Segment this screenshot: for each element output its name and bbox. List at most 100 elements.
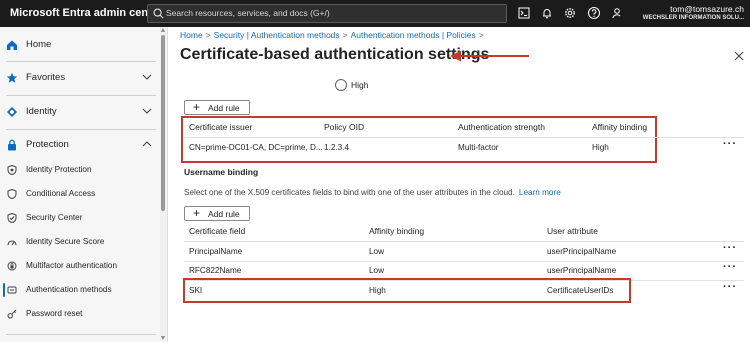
breadcrumb-home[interactable]: Home <box>180 30 203 40</box>
radio-label: High <box>351 80 369 90</box>
scroll-thumb[interactable] <box>161 35 165 211</box>
help-icon[interactable] <box>587 6 601 20</box>
top-bar: Microsoft Entra admin center Search reso… <box>0 0 750 27</box>
user-email: tom@tomsazure.ch <box>670 4 744 14</box>
more-actions-icon[interactable]: ··· <box>723 138 737 150</box>
section-description: Select one of the X.509 certificates fie… <box>184 188 561 197</box>
column-header[interactable]: Policy OID <box>324 122 364 132</box>
sidebar-item-multifactor-authentication[interactable]: Multifactor authentication <box>0 255 160 277</box>
sidebar-item-label: Identity Protection <box>26 165 92 174</box>
more-actions-icon[interactable]: ··· <box>723 242 737 254</box>
home-icon <box>7 40 17 50</box>
table-cell: Low <box>369 247 385 256</box>
bell-icon[interactable] <box>540 6 554 20</box>
sidebar-item-label: Password reset <box>26 309 83 318</box>
breadcrumb: Home > Security | Authentication methods > A… <box>180 30 487 40</box>
highlight-box <box>181 116 657 163</box>
conditional-access-icon <box>7 189 17 199</box>
sidebar-scrollbar[interactable] <box>160 27 166 342</box>
table-cell: PrincipalName <box>189 247 243 256</box>
sidebar-item-identity-protection[interactable]: Identity Protection <box>0 159 160 181</box>
table-cell: CN=prime-DC01-CA, DC=prime, D... <box>189 143 323 152</box>
chevron-right-icon: > <box>205 30 211 40</box>
more-actions-icon[interactable]: ··· <box>723 261 737 273</box>
sidebar-item-label: Protection <box>26 139 69 150</box>
add-rule-button[interactable]: + Add rule <box>184 206 250 221</box>
close-icon[interactable] <box>734 51 744 61</box>
divider <box>6 334 156 335</box>
breadcrumb-policies[interactable]: Authentication methods | Policies <box>351 30 476 40</box>
table-cell: SKI <box>189 286 203 295</box>
scroll-down-icon[interactable] <box>161 336 165 340</box>
sidebar-item-conditional-access[interactable]: Conditional Access <box>0 183 160 205</box>
divider <box>6 95 156 96</box>
sidebar-item-label: Multifactor authentication <box>26 261 118 270</box>
sidebar-item-label: Conditional Access <box>26 189 96 198</box>
annotation-arrow <box>450 50 529 62</box>
sidebar-item-identity[interactable]: Identity <box>0 101 160 123</box>
sidebar-item-authentication-methods[interactable]: Authentication methods <box>0 279 160 301</box>
table-cell: userPrincipalName <box>547 266 617 275</box>
scroll-up-icon[interactable] <box>161 28 165 32</box>
sidebar-item-label: Favorites <box>26 72 66 83</box>
add-rule-button[interactable]: + Add rule <box>184 100 250 115</box>
auth-methods-icon <box>7 286 17 294</box>
sidebar: Home Favorites Identity Protection Ident… <box>0 27 168 342</box>
learn-more-link[interactable]: Learn more <box>519 188 561 197</box>
high-radio[interactable] <box>335 79 347 91</box>
chevron-up-icon[interactable] <box>142 140 152 148</box>
column-header[interactable]: Certificate issuer <box>189 122 252 132</box>
column-header[interactable]: Affinity binding <box>592 122 647 132</box>
sidebar-item-label: Identity <box>26 106 57 117</box>
column-header[interactable]: Certificate field <box>189 226 245 236</box>
search-input[interactable]: Search resources, services, and docs (G+… <box>166 8 330 18</box>
divider <box>6 129 156 130</box>
mfa-icon <box>7 261 17 271</box>
divider <box>184 137 744 138</box>
chevron-down-icon[interactable] <box>142 107 152 115</box>
chevron-down-icon[interactable] <box>142 73 152 81</box>
plus-icon: + <box>193 100 201 114</box>
table-cell: High <box>592 143 609 152</box>
app-title[interactable]: Microsoft Entra admin center <box>10 7 162 19</box>
search-icon <box>153 8 164 19</box>
divider <box>184 241 744 242</box>
identity-icon <box>7 107 17 117</box>
column-header[interactable]: Affinity binding <box>369 226 424 236</box>
table-cell: 1.2.3.4 <box>324 143 350 152</box>
security-center-icon <box>7 213 17 223</box>
table-cell: Multi-factor <box>458 143 499 152</box>
sidebar-item-label: Identity Secure Score <box>26 237 105 246</box>
table-cell: High <box>369 286 386 295</box>
table-cell: CertificateUserIDs <box>547 286 614 295</box>
feedback-icon[interactable] <box>611 6 625 20</box>
sidebar-item-home[interactable]: Home <box>0 34 160 56</box>
cloud-shell-icon[interactable] <box>517 6 531 20</box>
sidebar-item-favorites[interactable]: Favorites <box>0 67 160 89</box>
key-icon <box>7 309 17 319</box>
sidebar-item-label: Authentication methods <box>26 285 112 294</box>
column-header[interactable]: Authentication strength <box>458 122 545 132</box>
account-menu[interactable]: tom@tomsazure.ch WECHSLER INFORMATION SO… <box>643 4 744 21</box>
sidebar-item-label: Home <box>26 39 52 50</box>
more-actions-icon[interactable]: ··· <box>723 281 737 293</box>
table-cell: userPrincipalName <box>547 247 617 256</box>
add-rule-label: Add rule <box>208 209 240 219</box>
breadcrumb-security[interactable]: Security | Authentication methods <box>214 30 340 40</box>
add-rule-label: Add rule <box>208 103 240 113</box>
search-box[interactable]: Search resources, services, and docs (G+… <box>147 4 507 23</box>
sidebar-item-protection[interactable]: Protection <box>0 134 160 156</box>
sidebar-item-password-reset[interactable]: Password reset <box>0 303 160 325</box>
star-icon <box>6 72 18 83</box>
user-org: WECHSLER INFORMATION SOLU... <box>642 15 744 21</box>
description-text: Select one of the X.509 certificates fie… <box>184 188 515 197</box>
sidebar-item-identity-secure-score[interactable]: Identity Secure Score <box>0 231 160 253</box>
column-header[interactable]: User attribute <box>547 226 598 236</box>
divider <box>6 61 156 62</box>
gear-icon[interactable] <box>563 6 577 20</box>
lock-icon <box>8 139 16 151</box>
plus-icon: + <box>193 206 201 220</box>
sidebar-item-label: Security Center <box>26 213 83 222</box>
sidebar-item-security-center[interactable]: Security Center <box>0 207 160 229</box>
shield-icon <box>7 165 17 175</box>
